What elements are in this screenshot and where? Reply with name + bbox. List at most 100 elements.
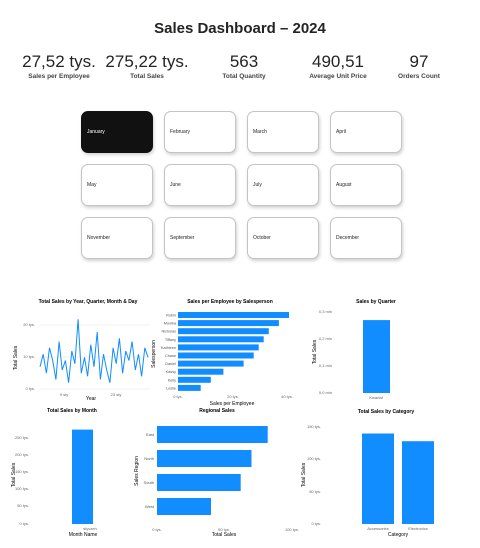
y-tick-label: 150 tys. — [307, 424, 321, 429]
y-tick-label: 0,1 mln — [319, 363, 332, 368]
month-tile-october[interactable]: October — [247, 217, 319, 259]
y-tick-label: South — [144, 480, 154, 485]
month-tile-february[interactable]: February — [164, 111, 236, 153]
y-tick-label: 10 tys. — [23, 354, 35, 359]
y-tick-label: Kassy — [166, 370, 176, 374]
x-tick-label: Kwartał — [369, 395, 382, 400]
y-tick-label: Chase — [165, 354, 176, 358]
kpi-card-sales-per-employee: 27,52 tys. Sales per Employee — [13, 52, 105, 80]
y-tick-label: 0,0 mln — [319, 390, 332, 395]
bar-west — [157, 498, 211, 515]
x-tick-label: 50 tys. — [218, 527, 230, 532]
bar-kwartal — [363, 320, 390, 393]
x-tick-label: 0 tys. — [152, 527, 162, 532]
bar-east — [157, 426, 268, 443]
y-tick-label: 0 tys. — [311, 521, 321, 526]
kpi-card-orders-count: 97 Orders Count — [388, 52, 450, 80]
bar-south — [157, 474, 241, 491]
y-tick-label: Nicholas — [161, 330, 176, 334]
y-tick-label: 50 tys. — [17, 503, 29, 508]
bar-kathleen — [178, 344, 259, 351]
x-tick-label: styczeń — [83, 526, 97, 531]
y-axis-label: Sales Region — [134, 456, 140, 486]
chart-title: Sales per Employee by Salesperson — [187, 299, 273, 305]
y-tick-label: West — [145, 504, 155, 509]
month-tile-august[interactable]: August — [330, 164, 402, 206]
x-tick-label: Accessories — [367, 526, 389, 531]
kpi-card-total-sales: 275,22 tys. Total Sales — [101, 52, 193, 80]
bar-electronics — [402, 441, 434, 524]
y-axis-label: Total Sales — [301, 462, 307, 487]
y-tick-label: Kelly — [168, 378, 176, 382]
month-tile-july[interactable]: July — [247, 164, 319, 206]
month-tile-november[interactable]: November — [81, 217, 153, 259]
bar-kassy — [178, 368, 224, 375]
kpi-value: 27,52 tys. — [22, 52, 96, 71]
y-axis-label: Salesperson — [151, 340, 157, 368]
chart-regional-sales[interactable]: Regional Sales Sales Region Total Sales … — [130, 405, 300, 541]
kpi-value: 275,22 tys. — [105, 52, 189, 71]
x-tick-label: 9 sty — [60, 392, 68, 397]
kpi-value: 490,51 — [312, 52, 364, 71]
bar-nicholas — [178, 328, 269, 335]
y-tick-label: 20 tys. — [23, 322, 35, 327]
chart-title: Total Sales by Month — [47, 408, 97, 414]
month-tile-january[interactable]: January — [81, 111, 153, 153]
month-tile-june[interactable]: June — [164, 164, 236, 206]
chart-title: Total Sales by Category — [358, 409, 415, 415]
chart-sales-by-category[interactable]: Total Sales by Category Total Sales Cate… — [296, 405, 472, 541]
month-tile-march[interactable]: March — [247, 111, 319, 153]
y-tick-label: 0 tys. — [25, 386, 35, 391]
y-tick-label: Monika — [164, 322, 177, 326]
kpi-label: Total Quantity — [222, 73, 266, 80]
bar-chase — [178, 352, 254, 359]
kpi-value: 97 — [409, 52, 429, 71]
x-axis-label: Category — [388, 532, 409, 538]
kpi-card-average-unit-price: 490,51 Average Unit Price — [293, 52, 383, 80]
y-tick-label: 150 tys. — [15, 469, 29, 474]
y-tick-label: 100 tys. — [307, 456, 321, 461]
kpi-label: Total Sales — [130, 73, 164, 80]
y-tick-label: Kathleen — [161, 346, 176, 350]
y-tick-label: Robin — [166, 314, 176, 318]
x-tick-label: 40 tys. — [281, 394, 293, 399]
y-tick-label: 0,3 mln — [319, 309, 332, 314]
bar-leslie — [178, 384, 201, 391]
y-tick-label: 50 tys. — [309, 489, 321, 494]
chart-sales-by-date[interactable]: Total Sales by Year, Quarter, Month & Da… — [8, 296, 154, 406]
y-axis-label: Total Sales — [13, 345, 19, 370]
chart-sales-by-quarter[interactable]: Sales by Quarter Total Sales 0,0 mln 0,1… — [306, 296, 422, 404]
month-tile-december[interactable]: December — [330, 217, 402, 259]
y-tick-label: Daniel — [165, 362, 176, 366]
y-tick-label: 250 tys. — [15, 435, 29, 440]
kpi-card-total-quantity: 563 Total Quantity — [203, 52, 285, 80]
y-tick-label: Leslie — [166, 386, 176, 390]
kpi-value: 563 — [229, 52, 259, 71]
bar-robin — [178, 312, 289, 318]
y-tick-label: 100 tys. — [15, 486, 29, 491]
x-axis-label: Year — [86, 396, 96, 402]
x-axis-label: Total Sales — [212, 532, 237, 538]
y-axis-label: Total Sales — [312, 339, 318, 364]
bar-north — [157, 450, 252, 467]
page-title: Sales Dashboard – 2024 — [154, 20, 326, 37]
chart-sales-per-employee[interactable]: Sales per Employee by Salesperson Salesp… — [148, 296, 308, 408]
bar-tiffany — [178, 336, 264, 343]
bar-kelly — [178, 376, 211, 383]
y-tick-label: 0 tys. — [19, 521, 29, 526]
chart-title: Total Sales by Year, Quarter, Month & Da… — [39, 299, 138, 305]
month-tile-april[interactable]: April — [330, 111, 402, 153]
x-tick-label: Electronics — [408, 526, 428, 531]
bar-accessories — [362, 433, 394, 524]
bar-daniel — [178, 360, 244, 367]
kpi-label: Orders Count — [398, 73, 440, 80]
y-tick-label: 200 tys. — [15, 452, 29, 457]
chart-sales-by-month[interactable]: Total Sales by Month Total Sales Month N… — [8, 405, 148, 541]
y-tick-label: East — [146, 432, 155, 437]
x-tick-label: 0 tys. — [173, 394, 183, 399]
y-tick-label: Tiffany — [165, 338, 176, 342]
month-tile-september[interactable]: September — [164, 217, 236, 259]
chart-title: Sales by Quarter — [356, 299, 396, 305]
month-tile-may[interactable]: May — [81, 164, 153, 206]
x-axis-label: Month Name — [69, 532, 98, 538]
